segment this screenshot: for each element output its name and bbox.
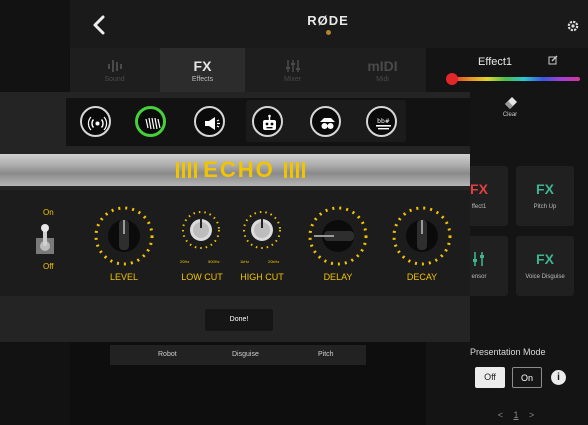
low-cut-label: LOW CUT	[181, 272, 223, 282]
strip-item-disguise[interactable]: Disguise	[232, 351, 259, 358]
echo-icon[interactable]	[135, 106, 166, 137]
strip-item-robot[interactable]: Robot	[158, 351, 177, 358]
strip-item-pitch[interactable]: Pitch	[318, 351, 334, 358]
tile-label: Pitch Up	[533, 204, 557, 210]
pager: < 1 >	[486, 410, 546, 420]
tab-mixer[interactable]: Mixer	[250, 48, 335, 96]
level-label: LEVEL	[109, 272, 139, 282]
pager-current-page: 1	[513, 410, 519, 420]
tab-effects[interactable]: FX Effects	[160, 48, 245, 96]
low-cut-min-label: 20Hz	[180, 259, 190, 264]
color-slider-track[interactable]	[450, 77, 580, 81]
decay-label: DECAY	[406, 272, 438, 282]
fx-icon: FX	[193, 58, 212, 74]
color-slider-handle[interactable]	[446, 73, 458, 85]
pager-prev-button[interactable]: <	[498, 410, 503, 420]
brand-logo: RØDE	[307, 13, 349, 28]
tab-midi-label: Midi	[376, 76, 389, 83]
low-cut-max-label: 500Hz	[208, 259, 220, 264]
info-icon[interactable]: i	[551, 370, 566, 385]
high-cut-knob[interactable]	[242, 210, 282, 250]
eraser-icon[interactable]	[503, 95, 519, 109]
high-cut-max-label: 20kHz	[268, 259, 280, 264]
low-cut-knob[interactable]	[181, 210, 221, 250]
power-toggle-switch[interactable]	[34, 222, 56, 256]
tab-midi[interactable]: mIDI Midi	[340, 48, 425, 96]
robot-icon[interactable]	[252, 106, 283, 137]
presentation-on-button[interactable]: On	[512, 367, 542, 388]
tab-mixer-label: Mixer	[283, 76, 302, 83]
effect-name: Effect1	[478, 56, 513, 68]
fx-icon: FX	[536, 181, 554, 197]
fx-icon: FX	[536, 251, 554, 267]
title-stripes-right	[284, 162, 305, 178]
pager-next-button[interactable]: >	[529, 410, 534, 420]
tab-effects-label: Effects	[191, 76, 214, 83]
clear-label[interactable]: Clear	[480, 112, 540, 118]
megaphone-icon[interactable]	[194, 106, 225, 137]
edit-icon[interactable]	[548, 55, 558, 65]
disguise-icon[interactable]	[310, 106, 341, 137]
pitch-icon[interactable]: bb#	[366, 106, 397, 137]
presentation-mode-label: Presentation Mode	[470, 347, 546, 357]
svg-text:bb#: bb#	[377, 118, 390, 125]
mixer-icon	[473, 252, 484, 266]
level-knob[interactable]	[92, 204, 156, 268]
midi-icon: mIDI	[367, 58, 398, 74]
delay-knob[interactable]	[306, 204, 370, 268]
tile-label: Voice Disguise	[525, 274, 565, 280]
brand-dot	[326, 30, 331, 35]
high-cut-min-label: 1kHz	[240, 259, 250, 264]
tab-sound[interactable]: Sound	[72, 48, 157, 96]
decay-knob[interactable]	[390, 204, 454, 268]
gear-icon[interactable]	[566, 19, 580, 33]
waveform-icon	[107, 60, 122, 72]
fx-tile-pitch-up[interactable]: FX Pitch Up	[516, 166, 574, 226]
done-button[interactable]: Done!	[205, 309, 273, 331]
high-cut-label: HIGH CUT	[240, 272, 284, 282]
presentation-off-button[interactable]: Off	[475, 367, 505, 388]
toggle-on-label: On	[43, 208, 54, 217]
back-chevron-icon[interactable]	[90, 14, 110, 36]
mixer-icon	[285, 60, 300, 72]
radio-waves-icon[interactable]	[80, 106, 111, 137]
delay-label: DELAY	[323, 272, 353, 282]
fx-tile-voice-disguise[interactable]: FX Voice Disguise	[516, 236, 574, 296]
tab-sound-label: Sound	[104, 76, 125, 83]
toggle-off-label: Off	[43, 262, 54, 271]
